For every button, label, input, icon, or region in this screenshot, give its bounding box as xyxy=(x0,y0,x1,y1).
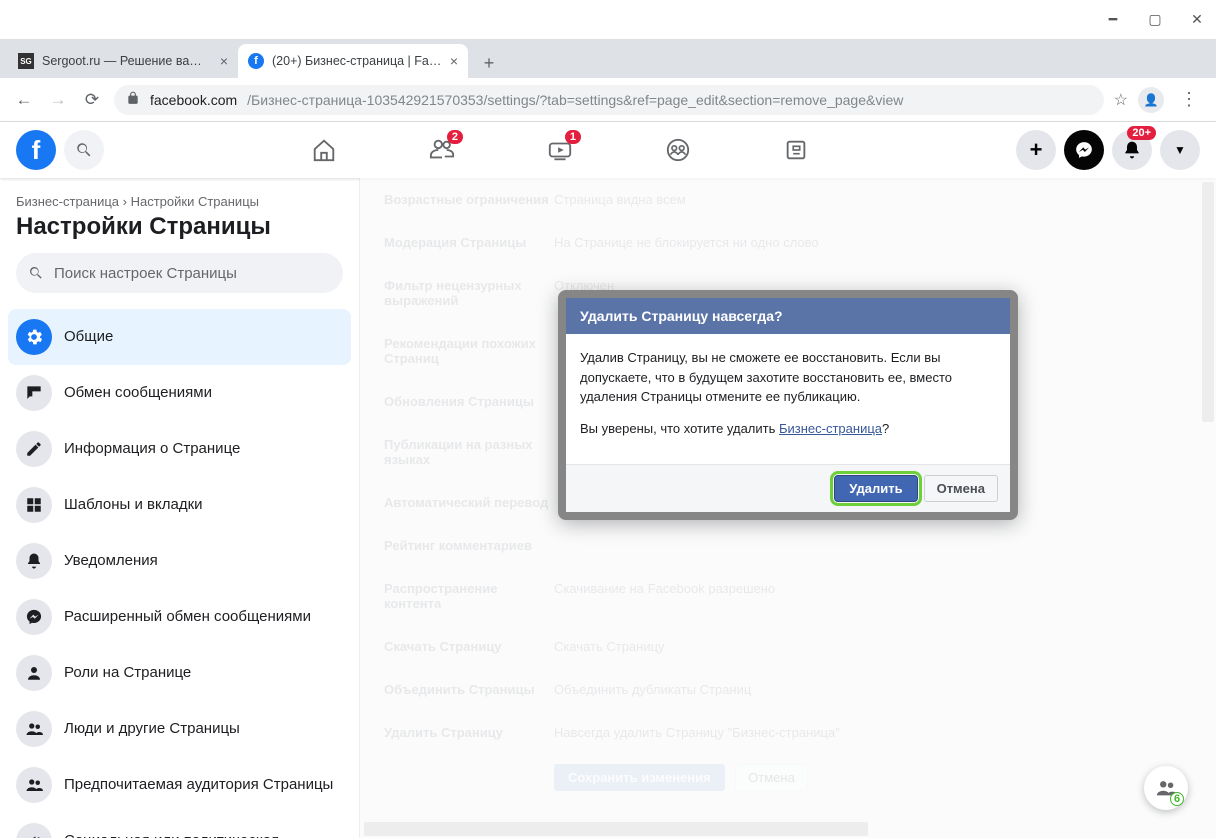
bell-icon xyxy=(16,543,52,579)
sidebar-item-advanced-messaging[interactable]: Расширенный обмен сообщениями xyxy=(8,589,351,645)
sidebar-item-people-pages[interactable]: Люди и другие Страницы xyxy=(8,701,351,757)
dialog-text-2: Вы уверены, что хотите удалить Бизнес-ст… xyxy=(580,419,996,439)
lock-icon xyxy=(126,91,140,108)
sidebar-item-label: Расширенный обмен сообщениями xyxy=(64,607,311,627)
sidebar-item-label: Предпочитаемая аудитория Страницы xyxy=(64,775,333,795)
sidebar-item-political[interactable]: Социальная или политическая xyxy=(8,813,351,838)
maximize-button[interactable]: ▢ xyxy=(1148,13,1162,27)
grid-icon xyxy=(16,487,52,523)
browser-menu-button[interactable]: ⋮ xyxy=(1174,89,1204,110)
close-tab-icon[interactable]: × xyxy=(450,53,458,69)
fb-search-button[interactable] xyxy=(64,130,104,170)
sidebar-item-general[interactable]: Общие xyxy=(8,309,351,365)
page-name-link[interactable]: Бизнес-страница xyxy=(779,421,882,436)
delete-page-dialog: Удалить Страницу навсегда? Удалив Страни… xyxy=(558,290,1018,520)
nav-gaming[interactable] xyxy=(741,126,851,174)
chevron-down-icon: ▼ xyxy=(1174,143,1186,157)
dialog-title: Удалить Страницу навсегда? xyxy=(566,298,1010,334)
search-icon xyxy=(28,265,44,281)
dialog-body: Удалив Страницу, вы не сможете ее восста… xyxy=(566,334,1010,464)
messenger-button[interactable] xyxy=(1064,130,1104,170)
close-tab-icon[interactable]: × xyxy=(220,53,228,69)
people-icon xyxy=(16,711,52,747)
settings-sidebar: Бизнес-страница › Настройки Страницы Нас… xyxy=(0,178,360,838)
friends-badge: 2 xyxy=(447,130,463,144)
profile-avatar-icon[interactable]: 👤 xyxy=(1138,87,1164,113)
browser-tabs: SG Sergoot.ru — Решение ваших пр × f (20… xyxy=(0,40,1216,78)
browser-tab-1[interactable]: SG Sergoot.ru — Решение ваших пр × xyxy=(8,44,238,78)
sidebar-item-preferred-audience[interactable]: Предпочитаемая аудитория Страницы xyxy=(8,757,351,813)
notifications-button[interactable]: 20+ xyxy=(1112,130,1152,170)
sidebar-item-label: Общие xyxy=(64,327,113,347)
sidebar-item-page-info[interactable]: Информация о Странице xyxy=(8,421,351,477)
plus-icon: + xyxy=(1030,137,1043,163)
search-placeholder: Поиск настроек Страницы xyxy=(54,265,237,282)
tab-title: Sergoot.ru — Решение ваших пр xyxy=(42,54,212,68)
groups-icon xyxy=(665,137,691,163)
sidebar-item-label: Социальная или политическая xyxy=(64,831,279,838)
sidebar-item-label: Уведомления xyxy=(64,551,158,571)
browser-tab-2[interactable]: f (20+) Бизнес-страница | Facebo × xyxy=(238,44,468,78)
facebook-logo-icon[interactable]: f xyxy=(16,130,56,170)
megaphone-icon xyxy=(16,823,52,838)
new-tab-button[interactable]: + xyxy=(474,48,504,78)
chat-bubble-button[interactable]: 6 xyxy=(1144,766,1188,810)
chat-icon xyxy=(16,375,52,411)
nav-home[interactable] xyxy=(269,126,379,174)
dialog-text-1: Удалив Страницу, вы не сможете ее восста… xyxy=(580,348,996,407)
sidebar-item-label: Шаблоны и вкладки xyxy=(64,495,203,515)
nav-friends[interactable]: 2 xyxy=(387,126,497,174)
bell-icon xyxy=(1122,140,1142,160)
settings-nav-list: Общие Обмен сообщениями Информация о Стр… xyxy=(8,309,351,838)
nav-watch[interactable]: 1 xyxy=(505,126,615,174)
audience-icon xyxy=(16,767,52,803)
search-settings-input[interactable]: Поиск настроек Страницы xyxy=(16,253,343,293)
chat-count-badge: 6 xyxy=(1170,792,1184,806)
messenger-icon xyxy=(1074,140,1094,160)
favicon-sergoot-icon: SG xyxy=(18,53,34,69)
sidebar-item-label: Роли на Странице xyxy=(64,663,191,683)
breadcrumb-link[interactable]: Бизнес-страница xyxy=(16,194,119,209)
sidebar-item-page-roles[interactable]: Роли на Странице xyxy=(8,645,351,701)
create-button[interactable]: + xyxy=(1016,130,1056,170)
sidebar-item-label: Информация о Странице xyxy=(64,439,240,459)
breadcrumb-current: Настройки Страницы xyxy=(131,194,259,209)
url-field[interactable]: facebook.com/Бизнес-страница-10354292157… xyxy=(114,85,1104,115)
gear-icon xyxy=(16,319,52,355)
breadcrumb: Бизнес-страница › Настройки Страницы xyxy=(8,194,351,213)
pencil-icon xyxy=(16,431,52,467)
person-icon xyxy=(16,655,52,691)
forward-button[interactable]: → xyxy=(46,88,70,112)
reload-button[interactable]: ⟳ xyxy=(80,88,104,112)
bookmark-star-icon[interactable]: ☆ xyxy=(1114,90,1128,110)
fb-header: f 2 1 + 20+ ▼ xyxy=(0,122,1216,178)
minimize-button[interactable]: ━ xyxy=(1106,13,1120,27)
url-domain: facebook.com xyxy=(150,92,237,108)
dialog-footer: Удалить Отмена xyxy=(566,464,1010,512)
window-titlebar: ━ ▢ ✕ xyxy=(0,0,1216,40)
watch-badge: 1 xyxy=(565,130,581,144)
cancel-button[interactable]: Отмена xyxy=(924,475,998,502)
sidebar-item-label: Люди и другие Страницы xyxy=(64,719,240,739)
home-icon xyxy=(311,137,337,163)
delete-button[interactable]: Удалить xyxy=(834,475,917,502)
sidebar-item-notifications[interactable]: Уведомления xyxy=(8,533,351,589)
messenger-icon xyxy=(16,599,52,635)
notifications-badge: 20+ xyxy=(1127,126,1156,140)
close-window-button[interactable]: ✕ xyxy=(1190,13,1204,27)
search-icon xyxy=(75,141,93,159)
tab-title: (20+) Бизнес-страница | Facebo xyxy=(272,54,442,68)
nav-groups[interactable] xyxy=(623,126,733,174)
url-path: /Бизнес-страница-103542921570353/setting… xyxy=(247,92,903,108)
account-menu-button[interactable]: ▼ xyxy=(1160,130,1200,170)
sidebar-item-label: Обмен сообщениями xyxy=(64,383,212,403)
page-title: Настройки Страницы xyxy=(8,213,351,253)
favicon-facebook-icon: f xyxy=(248,53,264,69)
sidebar-item-messaging[interactable]: Обмен сообщениями xyxy=(8,365,351,421)
back-button[interactable]: ← xyxy=(12,88,36,112)
address-bar: ← → ⟳ facebook.com/Бизнес-страница-10354… xyxy=(0,78,1216,122)
gaming-icon xyxy=(783,137,809,163)
sidebar-item-templates[interactable]: Шаблоны и вкладки xyxy=(8,477,351,533)
